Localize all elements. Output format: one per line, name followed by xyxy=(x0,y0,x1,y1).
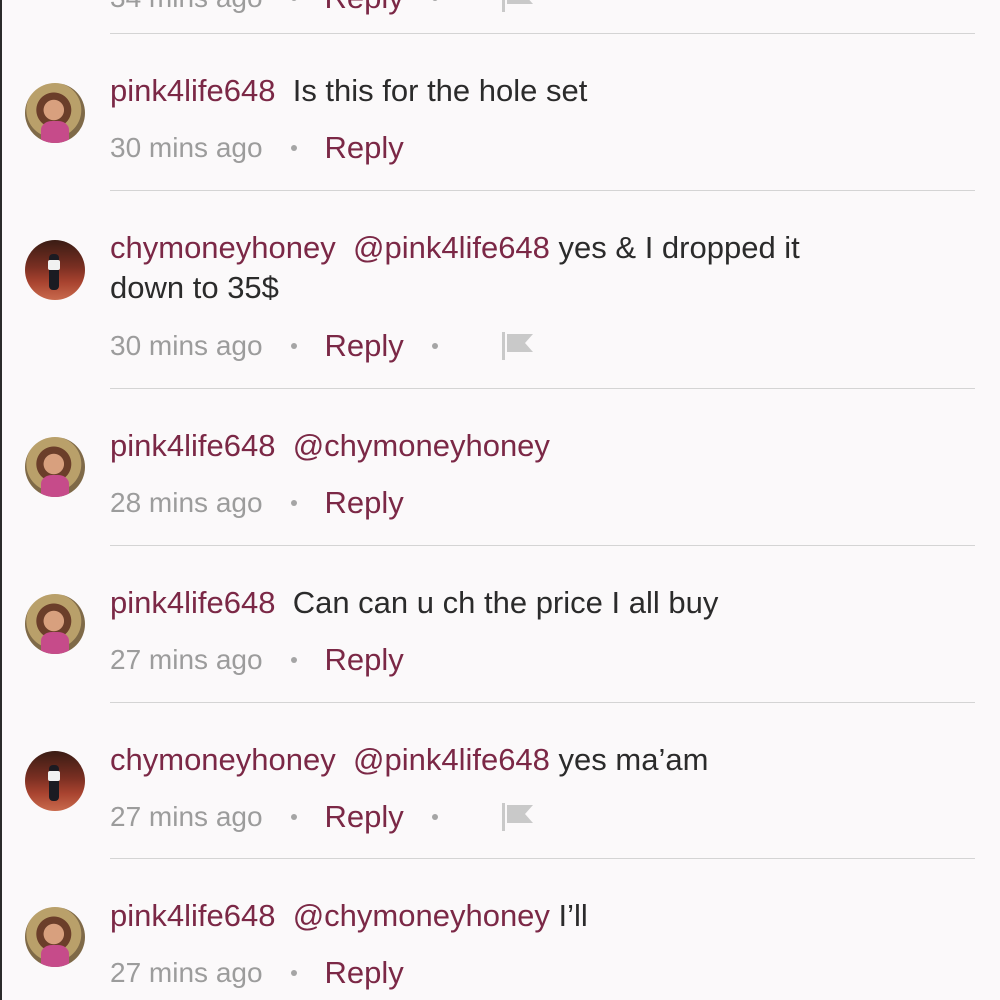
reply-button[interactable]: Reply xyxy=(325,326,404,366)
comment-meta: 27 mins ago Reply xyxy=(110,953,404,993)
comment-meta-partial: 34 mins ago Reply xyxy=(110,0,533,18)
comment-time: 28 mins ago xyxy=(110,487,263,518)
comment-meta: 30 mins ago Reply xyxy=(110,128,404,168)
reply-button[interactable]: Reply xyxy=(325,797,404,837)
screen-edge xyxy=(0,0,2,1000)
comment-time: 27 mins ago xyxy=(110,801,263,832)
bullet-dot xyxy=(290,145,297,151)
bullet-dot xyxy=(290,814,297,820)
comment-username[interactable]: chymoneyhoney xyxy=(110,230,336,265)
comment-username[interactable]: pink4life648 xyxy=(110,898,275,933)
reply-button[interactable]: Reply xyxy=(325,128,404,168)
comment-divider xyxy=(110,33,975,34)
comment-divider xyxy=(110,858,975,859)
chymoneyhoney-avatar[interactable] xyxy=(25,751,85,811)
comment-text: chymoneyhoney @pink4life648 yes ma’am xyxy=(110,740,940,780)
bullet-dot xyxy=(290,343,297,349)
comment-meta: 28 mins ago Reply xyxy=(110,483,404,523)
comment-body: Can can u ch the price I all buy xyxy=(292,585,719,620)
bullet-dot xyxy=(290,657,297,663)
comment-time: 34 mins ago xyxy=(110,0,263,18)
comment-text: pink4life648 Can can u ch the price I al… xyxy=(110,583,940,623)
bullet-dot xyxy=(290,970,297,976)
chymoneyhoney-avatar[interactable] xyxy=(25,240,85,300)
comment-body: Is this for the hole set xyxy=(292,73,588,108)
reply-button[interactable]: Reply xyxy=(325,953,404,993)
reply-button[interactable]: Reply xyxy=(325,483,404,523)
comment-body: yes ma’am xyxy=(558,742,709,777)
comment-text: pink4life648 Is this for the hole set xyxy=(110,71,940,111)
comment-username[interactable]: pink4life648 xyxy=(110,428,275,463)
bullet-dot xyxy=(431,343,438,349)
bullet-dot xyxy=(290,500,297,506)
comment-time: 27 mins ago xyxy=(110,644,263,675)
comment-text: pink4life648 @chymoneyhoney I’ll xyxy=(110,896,940,936)
comment-divider xyxy=(110,190,975,191)
comment-mention[interactable]: @pink4life648 xyxy=(353,230,550,265)
comment-divider xyxy=(110,702,975,703)
comment-body: I’ll xyxy=(558,898,588,933)
comment-time: 30 mins ago xyxy=(110,330,263,361)
comment-username[interactable]: pink4life648 xyxy=(110,73,275,108)
comment-mention[interactable]: @chymoneyhoney xyxy=(293,898,550,933)
flag-icon[interactable] xyxy=(501,332,533,360)
bullet-dot xyxy=(290,0,297,1)
comment-mention[interactable]: @chymoneyhoney xyxy=(293,428,550,463)
comment-username[interactable]: chymoneyhoney xyxy=(110,742,336,777)
bullet-dot xyxy=(431,814,438,820)
comment-meta: 27 mins ago Reply xyxy=(110,797,533,837)
comment-text: pink4life648 @chymoneyhoney xyxy=(110,426,940,466)
comment-time: 27 mins ago xyxy=(110,957,263,988)
flag-icon[interactable] xyxy=(501,0,533,12)
comment-meta: 27 mins ago Reply xyxy=(110,640,404,680)
pink4life648-avatar[interactable] xyxy=(25,83,85,143)
comment-meta: 30 mins ago Reply xyxy=(110,326,533,366)
comment-mention[interactable]: @pink4life648 xyxy=(353,742,550,777)
comment-body-continued: down to 35$ xyxy=(110,270,279,305)
bullet-dot xyxy=(431,0,438,1)
flag-icon[interactable] xyxy=(501,803,533,831)
pink4life648-avatar[interactable] xyxy=(25,907,85,967)
comment-body: yes & I dropped it xyxy=(558,230,800,265)
pink4life648-avatar[interactable] xyxy=(25,437,85,497)
comment-divider xyxy=(110,388,975,389)
reply-button[interactable]: Reply xyxy=(325,640,404,680)
comment-username[interactable]: pink4life648 xyxy=(110,585,275,620)
comment-divider xyxy=(110,545,975,546)
comment-time: 30 mins ago xyxy=(110,132,263,163)
reply-button[interactable]: Reply xyxy=(325,0,404,18)
comment-text: chymoneyhoney @pink4life648 yes & I drop… xyxy=(110,228,940,308)
pink4life648-avatar[interactable] xyxy=(25,594,85,654)
